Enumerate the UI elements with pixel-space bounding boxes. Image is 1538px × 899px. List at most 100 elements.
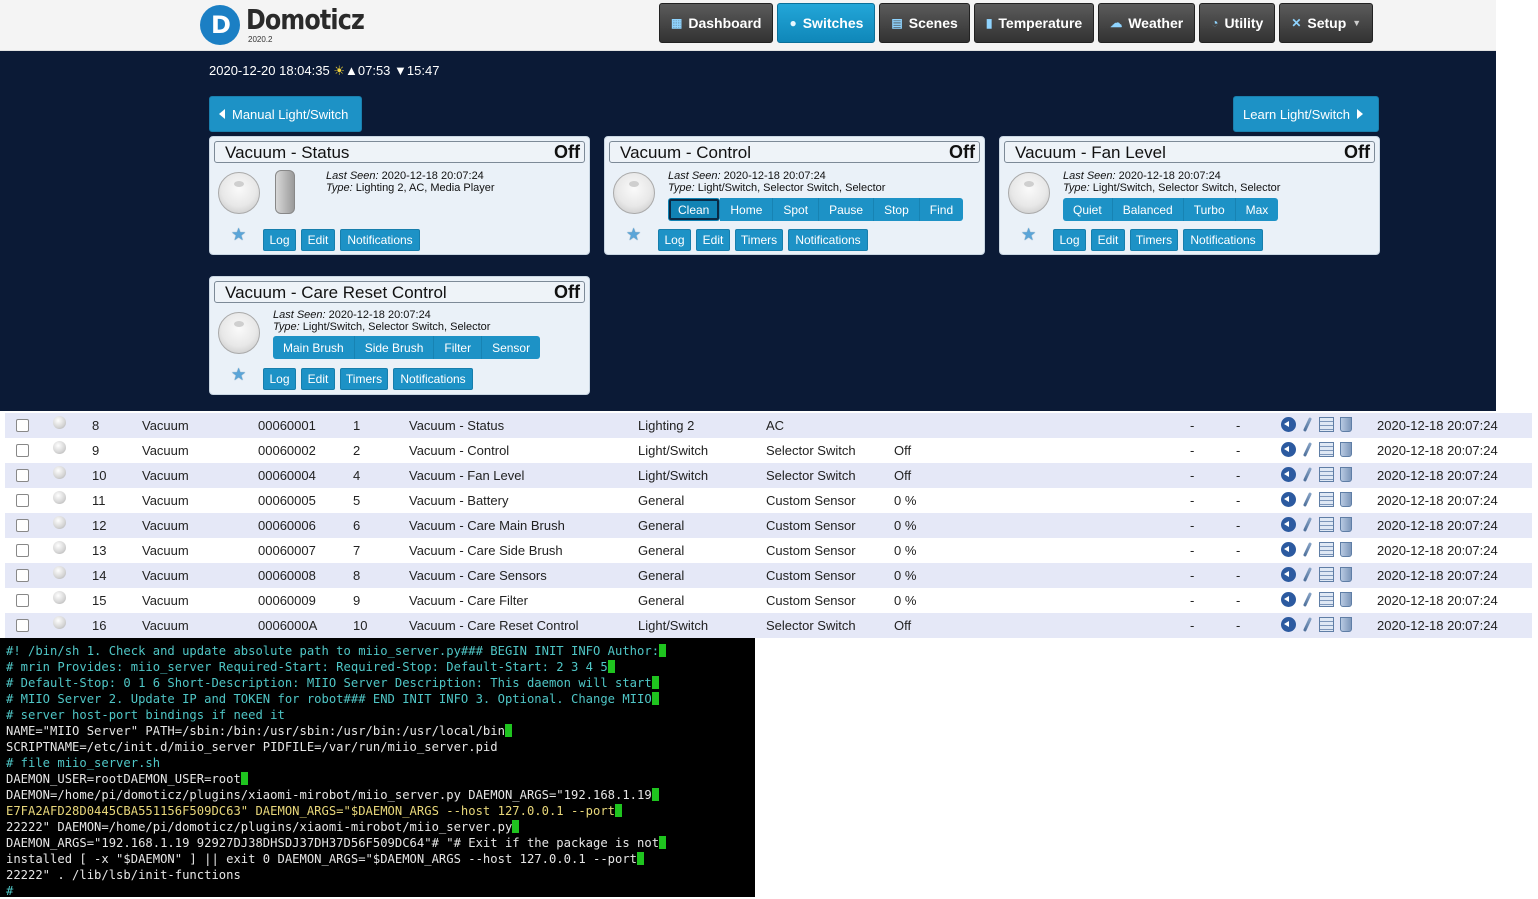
log-table-icon[interactable] xyxy=(1319,617,1334,632)
notifications-button[interactable]: Notifications xyxy=(1183,229,1263,251)
delete-icon[interactable] xyxy=(1340,492,1352,507)
row-checkbox[interactable] xyxy=(16,569,29,582)
log-table-icon[interactable] xyxy=(1319,542,1334,557)
manual-light-switch-button[interactable]: Manual Light/Switch xyxy=(209,96,362,132)
set-unused-icon[interactable] xyxy=(1281,417,1296,432)
log-button[interactable]: Log xyxy=(658,229,691,251)
nav-dashboard[interactable]: ▦ Dashboard xyxy=(659,3,774,43)
row-checkbox[interactable] xyxy=(16,419,29,432)
rename-icon[interactable] xyxy=(1300,542,1315,557)
timers-button[interactable]: Timers xyxy=(735,229,783,251)
set-unused-icon[interactable] xyxy=(1281,567,1296,582)
vacuum-robot-icon[interactable] xyxy=(1008,172,1050,214)
favorite-star-icon[interactable]: ★ xyxy=(1021,225,1036,245)
edit-button[interactable]: Edit xyxy=(1091,229,1125,251)
favorite-star-icon[interactable]: ★ xyxy=(626,225,641,245)
log-button[interactable]: Log xyxy=(1053,229,1086,251)
favorite-star-icon[interactable]: ★ xyxy=(231,365,246,385)
table-row[interactable]: 10 Vacuum 00060004 4 Vacuum - Fan Level Light… xyxy=(5,463,1532,488)
notifications-button[interactable]: Notifications xyxy=(340,229,420,251)
log-table-icon[interactable] xyxy=(1319,417,1334,432)
table-row[interactable]: 13 Vacuum 00060007 7 Vacuum - Care Side Brus… xyxy=(5,538,1532,563)
rename-icon[interactable] xyxy=(1300,442,1315,457)
nav-setup[interactable]: ✕ Setup ▼ xyxy=(1279,3,1374,43)
table-row[interactable]: 11 Vacuum 00060005 5 Vacuum - Battery General… xyxy=(5,488,1532,513)
row-checkbox[interactable] xyxy=(16,494,29,507)
table-row[interactable]: 16 Vacuum 0006000A 10 Vacuum - Care Reset Co… xyxy=(5,613,1532,638)
nav-switches[interactable]: ● Switches xyxy=(777,3,876,43)
log-button[interactable]: Log xyxy=(263,229,296,251)
row-checkbox[interactable] xyxy=(16,519,29,532)
delete-icon[interactable] xyxy=(1340,592,1352,607)
nav-scenes[interactable]: ▤ Scenes xyxy=(879,3,970,43)
timers-button[interactable]: Timers xyxy=(1130,229,1178,251)
selector-option-pause[interactable]: Pause xyxy=(819,198,875,221)
selector-option-spot[interactable]: Spot xyxy=(773,198,820,221)
log-table-icon[interactable] xyxy=(1319,467,1334,482)
row-checkbox[interactable] xyxy=(16,469,29,482)
selector-option-max[interactable]: Max xyxy=(1235,198,1279,221)
delete-icon[interactable] xyxy=(1340,617,1352,632)
log-table-icon[interactable] xyxy=(1319,517,1334,532)
delete-icon[interactable] xyxy=(1340,442,1352,457)
row-checkbox[interactable] xyxy=(16,594,29,607)
vacuum-robot-icon[interactable] xyxy=(218,312,260,354)
set-unused-icon[interactable] xyxy=(1281,517,1296,532)
selector-option-sensor[interactable]: Sensor xyxy=(482,336,541,359)
nav-weather[interactable]: ☁ Weather xyxy=(1098,3,1196,43)
selector-option-home[interactable]: Home xyxy=(720,198,774,221)
set-unused-icon[interactable] xyxy=(1281,492,1296,507)
table-row[interactable]: 8 Vacuum 00060001 1 Vacuum - Status Lighting … xyxy=(5,413,1532,438)
rename-icon[interactable] xyxy=(1300,417,1315,432)
log-table-icon[interactable] xyxy=(1319,567,1334,582)
table-row[interactable]: 9 Vacuum 00060002 2 Vacuum - Control Light/Sw… xyxy=(5,438,1532,463)
delete-icon[interactable] xyxy=(1340,567,1352,582)
delete-icon[interactable] xyxy=(1340,542,1352,557)
notifications-button[interactable]: Notifications xyxy=(393,368,473,390)
selector-option-filter[interactable]: Filter xyxy=(434,336,483,359)
rename-icon[interactable] xyxy=(1300,617,1315,632)
row-checkbox[interactable] xyxy=(16,444,29,457)
selector-option-stop[interactable]: Stop xyxy=(874,198,920,221)
rename-icon[interactable] xyxy=(1300,567,1315,582)
rename-icon[interactable] xyxy=(1300,517,1315,532)
log-table-icon[interactable] xyxy=(1319,442,1334,457)
selector-option-quiet[interactable]: Quiet xyxy=(1063,198,1113,221)
delete-icon[interactable] xyxy=(1340,467,1352,482)
favorite-star-icon[interactable]: ★ xyxy=(231,225,246,245)
selector-option-clean[interactable]: Clean xyxy=(668,198,721,221)
vacuum-robot-icon[interactable] xyxy=(218,172,260,214)
set-unused-icon[interactable] xyxy=(1281,542,1296,557)
row-checkbox[interactable] xyxy=(16,544,29,557)
rename-icon[interactable] xyxy=(1300,467,1315,482)
log-button[interactable]: Log xyxy=(263,368,296,390)
delete-icon[interactable] xyxy=(1340,417,1352,432)
selector-option-main-brush[interactable]: Main Brush xyxy=(273,336,355,359)
rename-icon[interactable] xyxy=(1300,592,1315,607)
selector-option-side-brush[interactable]: Side Brush xyxy=(354,336,435,359)
set-unused-icon[interactable] xyxy=(1281,617,1296,632)
learn-light-switch-button[interactable]: Learn Light/Switch xyxy=(1233,96,1379,132)
edit-button[interactable]: Edit xyxy=(696,229,730,251)
timers-button[interactable]: Timers xyxy=(340,368,388,390)
log-table-icon[interactable] xyxy=(1319,492,1334,507)
table-row[interactable]: 12 Vacuum 00060006 6 Vacuum - Care Main Brus… xyxy=(5,513,1532,538)
set-unused-icon[interactable] xyxy=(1281,467,1296,482)
table-row[interactable]: 15 Vacuum 00060009 9 Vacuum - Care Filter Gen… xyxy=(5,588,1532,613)
nav-utility[interactable]: ◔ Utility xyxy=(1199,3,1276,43)
vacuum-robot-icon[interactable] xyxy=(613,172,655,214)
selector-option-balanced[interactable]: Balanced xyxy=(1112,198,1184,221)
log-table-icon[interactable] xyxy=(1319,592,1334,607)
nav-temperature[interactable]: ▮ Temperature xyxy=(973,3,1095,43)
selector-option-find[interactable]: Find xyxy=(919,198,964,221)
table-row[interactable]: 14 Vacuum 00060008 8 Vacuum - Care Sensors Ge… xyxy=(5,563,1532,588)
notifications-button[interactable]: Notifications xyxy=(788,229,868,251)
edit-button[interactable]: Edit xyxy=(301,229,335,251)
set-unused-icon[interactable] xyxy=(1281,442,1296,457)
delete-icon[interactable] xyxy=(1340,517,1352,532)
row-checkbox[interactable] xyxy=(16,619,29,632)
rename-icon[interactable] xyxy=(1300,492,1315,507)
edit-button[interactable]: Edit xyxy=(301,368,335,390)
selector-option-turbo[interactable]: Turbo xyxy=(1183,198,1236,221)
set-unused-icon[interactable] xyxy=(1281,592,1296,607)
